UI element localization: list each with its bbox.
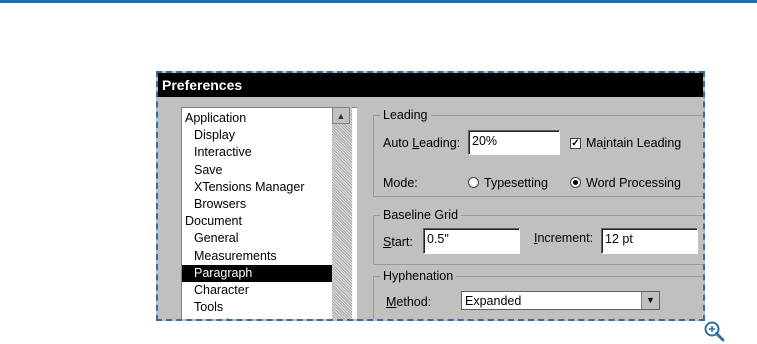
method-dropdown[interactable]: Expanded ▼ bbox=[461, 291, 660, 310]
leading-group-title: Leading bbox=[380, 108, 431, 122]
auto-leading-field[interactable]: 20% bbox=[468, 130, 560, 155]
category-item[interactable]: XTensions Manager bbox=[182, 179, 304, 196]
category-list[interactable]: Application Display Interactive Save XTensio… bbox=[181, 107, 357, 319]
category-item[interactable]: Interactive bbox=[182, 144, 252, 161]
mode-typesetting-radio[interactable] bbox=[468, 177, 479, 188]
mode-label: Mode: bbox=[383, 176, 418, 190]
dropdown-arrow-icon[interactable]: ▼ bbox=[641, 292, 659, 309]
mode-word-processing-label: Word Processing bbox=[586, 176, 681, 190]
preferences-dialog: Preferences Application Display Interactiv… bbox=[156, 71, 705, 321]
increment-field[interactable]: 12 pt bbox=[601, 228, 698, 254]
method-label: Method: bbox=[386, 295, 432, 309]
increment-label: Increment: bbox=[534, 231, 594, 245]
arrow-up-icon[interactable]: ▲ bbox=[332, 107, 350, 124]
category-item[interactable]: Tools bbox=[182, 299, 223, 316]
start-label: Start: bbox=[383, 235, 413, 249]
zoom-in-icon[interactable] bbox=[703, 320, 725, 342]
category-item[interactable]: Display bbox=[182, 127, 235, 144]
category-item[interactable]: Trapping bbox=[182, 316, 243, 319]
category-item[interactable]: Document bbox=[182, 213, 242, 230]
auto-leading-label: Auto Leading: bbox=[383, 136, 461, 150]
mode-typesetting-label: Typesetting bbox=[484, 176, 548, 190]
baseline-grid-group-title: Baseline Grid bbox=[380, 208, 462, 222]
category-item[interactable]: Save bbox=[182, 162, 223, 179]
dialog-title: Preferences bbox=[158, 73, 703, 97]
category-item[interactable]: Application bbox=[182, 110, 246, 127]
maintain-leading-label: Maintain Leading bbox=[586, 136, 682, 150]
category-item[interactable]: Browsers bbox=[182, 196, 246, 213]
category-item[interactable]: Paragraph bbox=[182, 264, 344, 282]
category-item[interactable]: Measurements bbox=[182, 248, 277, 265]
start-field[interactable]: 0.5" bbox=[423, 228, 520, 254]
category-scrollbar[interactable]: ▲ bbox=[332, 107, 352, 319]
method-value: Expanded bbox=[465, 294, 522, 308]
maintain-leading-checkbox[interactable]: ✓ bbox=[570, 138, 581, 149]
category-item[interactable]: General bbox=[182, 230, 238, 247]
mode-word-processing-radio[interactable] bbox=[570, 177, 581, 188]
category-item[interactable]: Character bbox=[182, 282, 249, 299]
top-rule bbox=[0, 0, 757, 3]
hyphenation-group-title: Hyphenation bbox=[380, 269, 457, 283]
